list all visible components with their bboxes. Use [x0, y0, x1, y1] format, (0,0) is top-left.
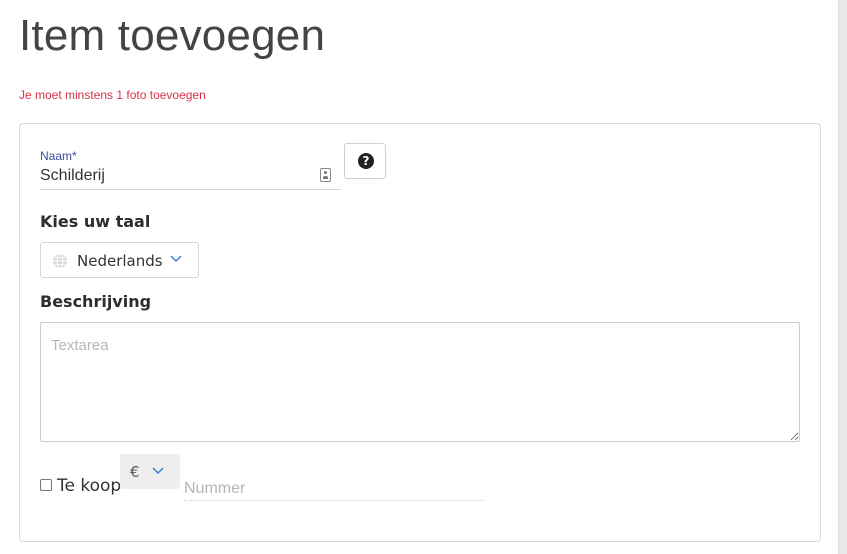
name-label: Naam* [40, 149, 77, 163]
language-heading: Kies uw taal [40, 212, 151, 231]
chevron-down-icon [170, 255, 182, 263]
language-select[interactable]: Nederlands [40, 242, 199, 278]
question-circle-icon: ? [358, 153, 374, 169]
for-sale-label[interactable]: Te koop [57, 476, 121, 496]
error-message: Je moet minstens 1 foto toevoegen [19, 88, 206, 102]
page-title: Item toevoegen [19, 11, 326, 60]
price-input[interactable] [184, 478, 484, 501]
for-sale-checkbox[interactable] [40, 479, 52, 491]
chevron-down-icon [152, 467, 164, 475]
currency-symbol: € [130, 463, 140, 481]
window-scrollbar[interactable] [838, 0, 847, 554]
description-textarea[interactable] [40, 322, 800, 442]
contact-card-icon[interactable] [320, 168, 331, 182]
description-heading: Beschrijving [40, 292, 152, 311]
name-input[interactable] [40, 163, 341, 190]
language-selected-value: Nederlands [77, 252, 163, 270]
currency-select[interactable]: € [120, 454, 180, 489]
globe-icon [53, 253, 67, 269]
help-button[interactable]: ? [344, 143, 386, 179]
